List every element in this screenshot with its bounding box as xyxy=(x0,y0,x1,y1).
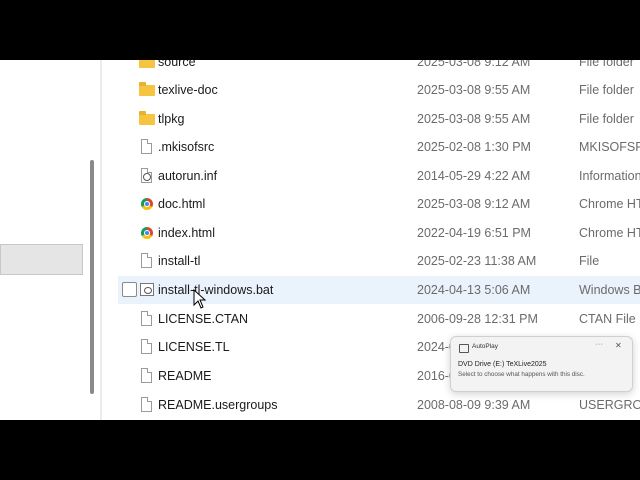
file-name: source xyxy=(158,60,196,69)
file-name: doc.html xyxy=(158,197,206,211)
file-type: Information xyxy=(579,169,640,183)
file-date: 2006-09-28 12:31 PM xyxy=(417,312,538,326)
file-date: 2025-03-08 9:55 AM xyxy=(417,112,531,126)
file-type: USERGROU xyxy=(579,398,640,412)
file-type: CTAN File xyxy=(579,312,636,326)
notification-drive-label: DVD Drive (E:) TeXLive2025 xyxy=(458,361,547,368)
file-date: 2022-04-19 6:51 PM xyxy=(417,226,531,240)
file-type: File folder xyxy=(579,112,634,126)
file-date: 2025-03-08 9:12 AM xyxy=(417,197,531,211)
navigation-pane xyxy=(0,60,86,420)
file-date: 2025-03-08 9:55 AM xyxy=(417,83,531,97)
file-name: autorun.inf xyxy=(158,169,218,183)
folder-icon xyxy=(139,111,155,127)
close-icon[interactable]: ✕ xyxy=(615,341,622,350)
chrome-icon xyxy=(139,196,155,212)
file-date: 2014-05-29 4:22 AM xyxy=(417,169,531,183)
file-icon xyxy=(139,253,155,269)
file-type: File xyxy=(579,254,600,268)
file-date: 2025-02-08 1:30 PM xyxy=(417,140,531,154)
nav-selected-item[interactable] xyxy=(0,244,83,275)
file-name: README.usergroups xyxy=(158,398,278,412)
file-row[interactable]: autorun.inf 2014-05-29 4:22 AM Informati… xyxy=(118,162,640,190)
file-type: Chrome HT xyxy=(579,197,640,211)
file-row[interactable]: install-tl 2025-02-23 11:38 AM File xyxy=(118,247,640,275)
file-icon xyxy=(139,139,155,155)
file-name: install-tl-windows.bat xyxy=(158,283,274,297)
folder-icon xyxy=(139,82,155,98)
file-row[interactable]: LICENSE.CTAN 2006-09-28 12:31 PM CTAN Fi… xyxy=(118,305,640,333)
file-row[interactable]: README.usergroups 2008-08-09 9:39 AM USE… xyxy=(118,391,640,419)
file-type: Chrome HT xyxy=(579,226,640,240)
nav-scrollbar[interactable] xyxy=(90,160,94,394)
file-name: install-tl xyxy=(158,254,201,268)
select-checkbox[interactable] xyxy=(122,282,137,297)
file-date: 2024-04-13 5:06 AM xyxy=(417,283,531,297)
file-icon xyxy=(139,339,155,355)
file-name: LICENSE.TL xyxy=(158,340,230,354)
file-name: .mkisofsrc xyxy=(158,140,215,154)
file-name: README xyxy=(158,369,212,383)
file-date: 2025-02-23 11:38 AM xyxy=(417,254,537,268)
autoplay-icon xyxy=(459,344,469,353)
file-name: texlive-doc xyxy=(158,83,218,97)
file-row[interactable]: source 2025-03-08 9:12 AM File folder xyxy=(118,60,640,76)
file-type: MKISOFSRC xyxy=(579,140,640,154)
folder-icon xyxy=(139,60,155,70)
notification-title: AutoPlay xyxy=(472,343,499,350)
file-icon xyxy=(139,311,155,327)
file-type: File folder xyxy=(579,60,634,69)
batch-file-icon xyxy=(139,282,155,298)
file-name: LICENSE.CTAN xyxy=(158,312,249,326)
notification-message: Select to choose what happens with this … xyxy=(458,371,585,378)
file-date: 2025-03-08 9:12 AM xyxy=(417,60,531,69)
file-icon xyxy=(139,397,155,413)
settings-file-icon xyxy=(139,168,155,184)
chrome-icon xyxy=(139,225,155,241)
file-row[interactable]: doc.html 2025-03-08 9:12 AM Chrome HT xyxy=(118,190,640,218)
file-type: File folder xyxy=(579,83,634,97)
file-type: Windows Ba xyxy=(579,283,640,297)
file-row[interactable]: texlive-doc 2025-03-08 9:55 AM File fold… xyxy=(118,76,640,104)
file-date: 2008-08-09 9:39 AM xyxy=(417,398,531,412)
file-row[interactable]: .mkisofsrc 2025-02-08 1:30 PM MKISOFSRC xyxy=(118,133,640,161)
pane-divider[interactable] xyxy=(100,60,102,420)
file-name: index.html xyxy=(158,226,215,240)
autoplay-notification[interactable]: AutoPlay ··· ✕ DVD Drive (E:) TeXLive202… xyxy=(450,336,633,392)
pointer-cursor-icon xyxy=(193,289,207,309)
more-options-icon[interactable]: ··· xyxy=(595,341,604,348)
file-row[interactable]: index.html 2022-04-19 6:51 PM Chrome HT xyxy=(118,219,640,247)
file-name: tlpkg xyxy=(158,112,185,126)
file-icon xyxy=(139,368,155,384)
file-row[interactable]: tlpkg 2025-03-08 9:55 AM File folder xyxy=(118,105,640,133)
